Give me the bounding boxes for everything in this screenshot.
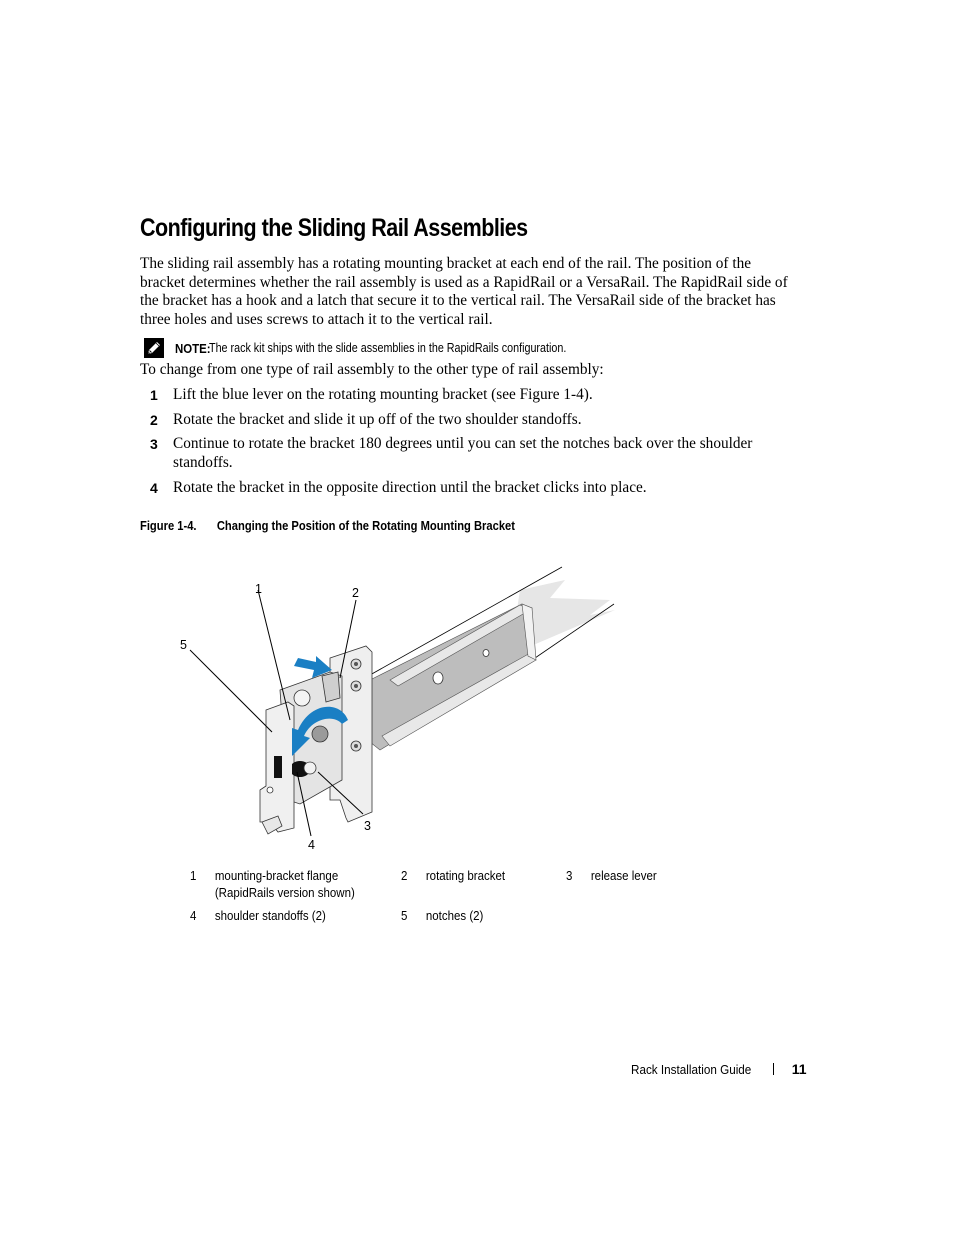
paragraph-line: The sliding rail assembly has a rotating… (140, 255, 752, 272)
note-text: The rack kit ships with the slide assemb… (209, 341, 567, 355)
figure-caption: Figure 1-4. Changing the Position of the… (140, 518, 515, 533)
step-text: Rotate the bracket in the opposite direc… (173, 478, 647, 496)
footer-divider (772, 1063, 774, 1075)
callout-2: 2 (352, 586, 359, 600)
screw-hole (354, 744, 358, 748)
pencil-note-icon (144, 338, 164, 358)
legend-text-line: (RapidRails version shown) (214, 886, 355, 900)
footer-title: Rack Installation Guide (631, 1061, 752, 1077)
paragraph-line: bracket determines whether the rail asse… (140, 273, 788, 291)
intro-paragraph: The sliding rail assembly has a rotating… (140, 255, 816, 330)
legend-number: 5 (401, 909, 408, 923)
procedure-step: 1 Lift the blue lever on the rotating mo… (150, 386, 820, 405)
legend-number: 3 (566, 869, 573, 883)
rail-bracket-illustration: 1 2 3 4 5 (170, 560, 620, 860)
screw-hole (354, 684, 358, 688)
shoulder-standoff (303, 761, 317, 775)
rail-hole (482, 649, 490, 657)
step-number: 3 (150, 436, 158, 453)
step-number: 2 (150, 411, 158, 428)
paragraph-line: three holes and uses screws to attach it… (140, 311, 493, 329)
note-label: NOTE: (175, 340, 211, 356)
legend-text: notches (2) (425, 909, 484, 923)
legend-number: 2 (401, 869, 408, 883)
rotation-knob (311, 725, 329, 743)
callout-1: 1 (255, 582, 262, 596)
standoff-knob (293, 689, 311, 707)
step-number: 1 (150, 387, 158, 403)
figure-title: Changing the Position of the Rotating Mo… (216, 518, 515, 533)
flange-hole (266, 786, 274, 794)
page-number: 11 (791, 1061, 807, 1077)
legend-text: shoulder standoffs (2) (214, 909, 326, 923)
flange-slot (274, 756, 282, 778)
paragraph-line: the bracket has a hook and a latch that … (140, 292, 776, 310)
callout-3: 3 (364, 819, 371, 833)
rail-hole (432, 671, 444, 685)
page-footer: Rack Installation Guide 11 (631, 1061, 807, 1077)
bracket-drawing (189, 566, 615, 837)
legend-text: mounting-bracket flange (RapidRails vers… (215, 868, 355, 902)
callout-leader (257, 589, 291, 721)
legend-number: 4 (190, 909, 197, 923)
step-number: 4 (150, 479, 158, 496)
procedure-step: 3 Continue to rotate the bracket 180 deg… (150, 435, 820, 472)
callout-5: 5 (180, 638, 187, 652)
screw-hole (354, 662, 358, 666)
note-callout: NOTE: The rack kit ships with the slide … (144, 337, 625, 359)
procedure-step: 2 Rotate the bracket and slide it up off… (150, 411, 820, 430)
callout-4: 4 (308, 838, 315, 852)
figure-number: Figure 1-4. (140, 518, 197, 533)
step-text: Continue to rotate the bracket 180 degre… (173, 435, 753, 472)
step-text: Rotate the bracket and slide it up off o… (173, 410, 582, 428)
legend-text: rotating bracket (425, 869, 506, 883)
section-title: Configuring the Sliding Rail Assemblies (140, 214, 528, 242)
procedure-steps: 1 Lift the blue lever on the rotating mo… (150, 386, 820, 504)
step-text: Lift the blue lever on the rotating moun… (173, 386, 593, 403)
legend-number: 1 (190, 869, 197, 883)
procedure-intro: To change from one type of rail assembly… (140, 361, 604, 378)
legend-text-line: mounting-bracket flange (214, 869, 339, 883)
callout-leader (189, 649, 273, 733)
legend-text: release lever (590, 869, 657, 883)
procedure-step: 4 Rotate the bracket in the opposite dir… (150, 479, 820, 498)
